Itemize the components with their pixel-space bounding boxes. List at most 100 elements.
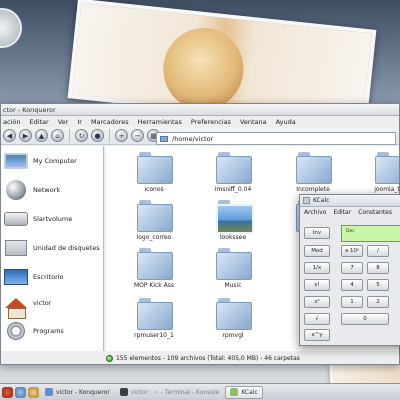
task-label: victor - Konqueror — [56, 388, 110, 396]
file-manager-launch-icon[interactable] — [28, 386, 39, 398]
forward-arrow-icon[interactable]: ▶ — [19, 129, 32, 142]
calc-button-divide[interactable]: / — [367, 245, 389, 257]
sidebar-item-desktop[interactable]: Escritorio — [3, 266, 102, 288]
sidebar-item-my-computer[interactable]: My Computer — [3, 150, 102, 172]
location-bar[interactable]: /home/victor — [156, 132, 396, 145]
menu-item-ventana[interactable]: Ventana — [240, 118, 267, 126]
zoom-out-icon[interactable]: − — [131, 129, 144, 142]
up-arrow-icon[interactable]: ▲ — [35, 129, 48, 142]
computer-icon — [3, 151, 29, 171]
stop-icon[interactable]: ● — [91, 129, 104, 142]
folder-icon — [296, 152, 332, 184]
calc-button-exp[interactable]: x·10ʸ — [341, 245, 363, 257]
folder-icon — [137, 152, 173, 184]
menu-item-marcadores[interactable]: Marcadores — [91, 118, 129, 126]
file-name: logo_correo — [136, 234, 172, 241]
window-title: ctor - Konqueror — [3, 105, 56, 114]
file-item[interactable]: Music — [202, 246, 264, 296]
calc-button-factorial[interactable]: x! — [304, 279, 330, 291]
kcalc-menu-editar[interactable]: Editar — [333, 209, 351, 216]
calc-button-reciprocal[interactable]: 1/x — [304, 262, 330, 274]
file-item[interactable]: iconos — [123, 150, 185, 200]
folder-icon — [137, 200, 173, 232]
globe-icon — [3, 180, 29, 200]
status-ok-icon — [106, 354, 113, 362]
konqueror-task-icon — [45, 388, 53, 396]
calc-button-0[interactable]: 0 — [341, 313, 389, 325]
calc-mode-indicator: Dec — [346, 229, 355, 234]
file-item[interactable]: logo_correo — [123, 198, 185, 248]
folder-icon — [137, 248, 173, 280]
wallpaper-photo-subject — [159, 24, 248, 115]
menu-item-ir[interactable]: Ir — [77, 118, 82, 126]
clock-widget — [0, 8, 22, 48]
menu-item-archivo[interactable]: ación — [3, 118, 20, 126]
file-name: joomla_trun — [374, 186, 399, 193]
kde-menu-icon[interactable] — [2, 386, 13, 398]
calc-button-5[interactable]: 5 — [367, 279, 389, 291]
file-item[interactable]: MOP Kick Ass — [123, 246, 185, 296]
menu-item-ver[interactable]: Ver — [58, 118, 69, 126]
task-konsole[interactable]: victor : ~ - Terminal - Konsole — [116, 386, 223, 399]
menu-item-editar[interactable]: Editar — [29, 118, 48, 126]
task-konqueror[interactable]: victor - Konqueror — [41, 386, 114, 399]
sidebar-item-network[interactable]: Network — [3, 179, 102, 201]
konqueror-titlebar[interactable]: ctor - Konqueror — [1, 104, 399, 116]
folder-icon — [375, 152, 399, 184]
file-name: lookssee — [219, 234, 247, 241]
sidebar-item-label: Network — [33, 186, 61, 194]
menu-item-herramientas[interactable]: Herramientas — [138, 118, 182, 126]
folder-icon — [137, 298, 173, 330]
kcalc-menu-archivo[interactable]: Archivo — [304, 209, 326, 216]
reload-icon[interactable]: ↻ — [75, 129, 88, 142]
calc-button-square[interactable]: x² — [304, 296, 330, 308]
menu-item-ayuda[interactable]: Ayuda — [276, 118, 296, 126]
kcalc-title: KCalc — [313, 197, 330, 204]
sidebar-item-programs[interactable]: Programs — [3, 320, 102, 342]
desktop-switch-icon[interactable] — [15, 386, 26, 398]
calc-button-mod[interactable]: Mod — [304, 245, 330, 257]
file-item[interactable]: rpmvgl — [202, 296, 264, 346]
home-button-icon[interactable]: ⌂ — [51, 129, 64, 142]
calc-button-8[interactable]: 8 — [367, 262, 389, 274]
navigation-sidebar: My Computer Network Slartvolume Unidad d… — [1, 146, 104, 351]
file-item[interactable]: Incomplete — [282, 150, 344, 200]
sidebar-item-volume[interactable]: Slartvolume — [3, 208, 102, 230]
calc-button-1[interactable]: 1 — [341, 296, 363, 308]
floppy-icon — [3, 238, 29, 258]
menu-item-preferencias[interactable]: Preferencias — [191, 118, 231, 126]
kcalc-app-icon — [303, 197, 310, 204]
sidebar-item-floppy[interactable]: Unidad de disquetes — [3, 237, 102, 259]
zoom-in-icon[interactable]: + — [115, 129, 128, 142]
calculator-task-icon — [230, 388, 239, 396]
calc-button-2[interactable]: 2 — [367, 296, 389, 308]
gear-icon — [3, 321, 29, 341]
file-name: rpmuser10_1 — [134, 332, 174, 339]
task-kcalc[interactable]: KCalc — [225, 385, 263, 399]
folder-location-icon — [160, 135, 168, 142]
calc-button-4[interactable]: 4 — [341, 279, 363, 291]
calc-button-sqrt[interactable]: √ — [304, 313, 330, 325]
back-arrow-icon[interactable]: ◀ — [3, 129, 16, 142]
file-item[interactable]: joomla_trun — [361, 150, 399, 200]
folder-icon — [216, 152, 252, 184]
file-item[interactable]: imsniff_0.04 — [202, 150, 264, 200]
taskbar: victor - Konqueror victor : ~ - Terminal… — [0, 383, 400, 400]
sidebar-item-label: victor — [33, 299, 52, 307]
calc-button-power[interactable]: x^y — [304, 329, 330, 341]
location-input[interactable]: /home/victor — [172, 135, 213, 143]
kcalc-titlebar[interactable]: KCalc — [300, 195, 400, 207]
sidebar-item-label: Slartvolume — [33, 215, 73, 223]
desktop-icon — [3, 267, 29, 287]
sidebar-item-label: Unidad de disquetes — [33, 244, 100, 252]
sidebar-item-home[interactable]: victor — [3, 292, 102, 319]
kcalc-menu-constantes[interactable]: Constantes — [358, 209, 392, 216]
kcalc-window[interactable]: KCalc Archivo Editar Constantes Dec Inv … — [299, 194, 400, 346]
status-bar: 155 elementos - 109 archivos (Total: 405… — [106, 353, 399, 363]
folder-icon — [216, 248, 252, 280]
file-name: iconos — [144, 186, 164, 193]
file-item[interactable]: rpmuser10_1 — [123, 296, 185, 346]
calc-button-7[interactable]: 7 — [341, 262, 363, 274]
calc-button-inv[interactable]: Inv — [304, 227, 330, 239]
file-item[interactable]: lookssee — [202, 198, 264, 248]
